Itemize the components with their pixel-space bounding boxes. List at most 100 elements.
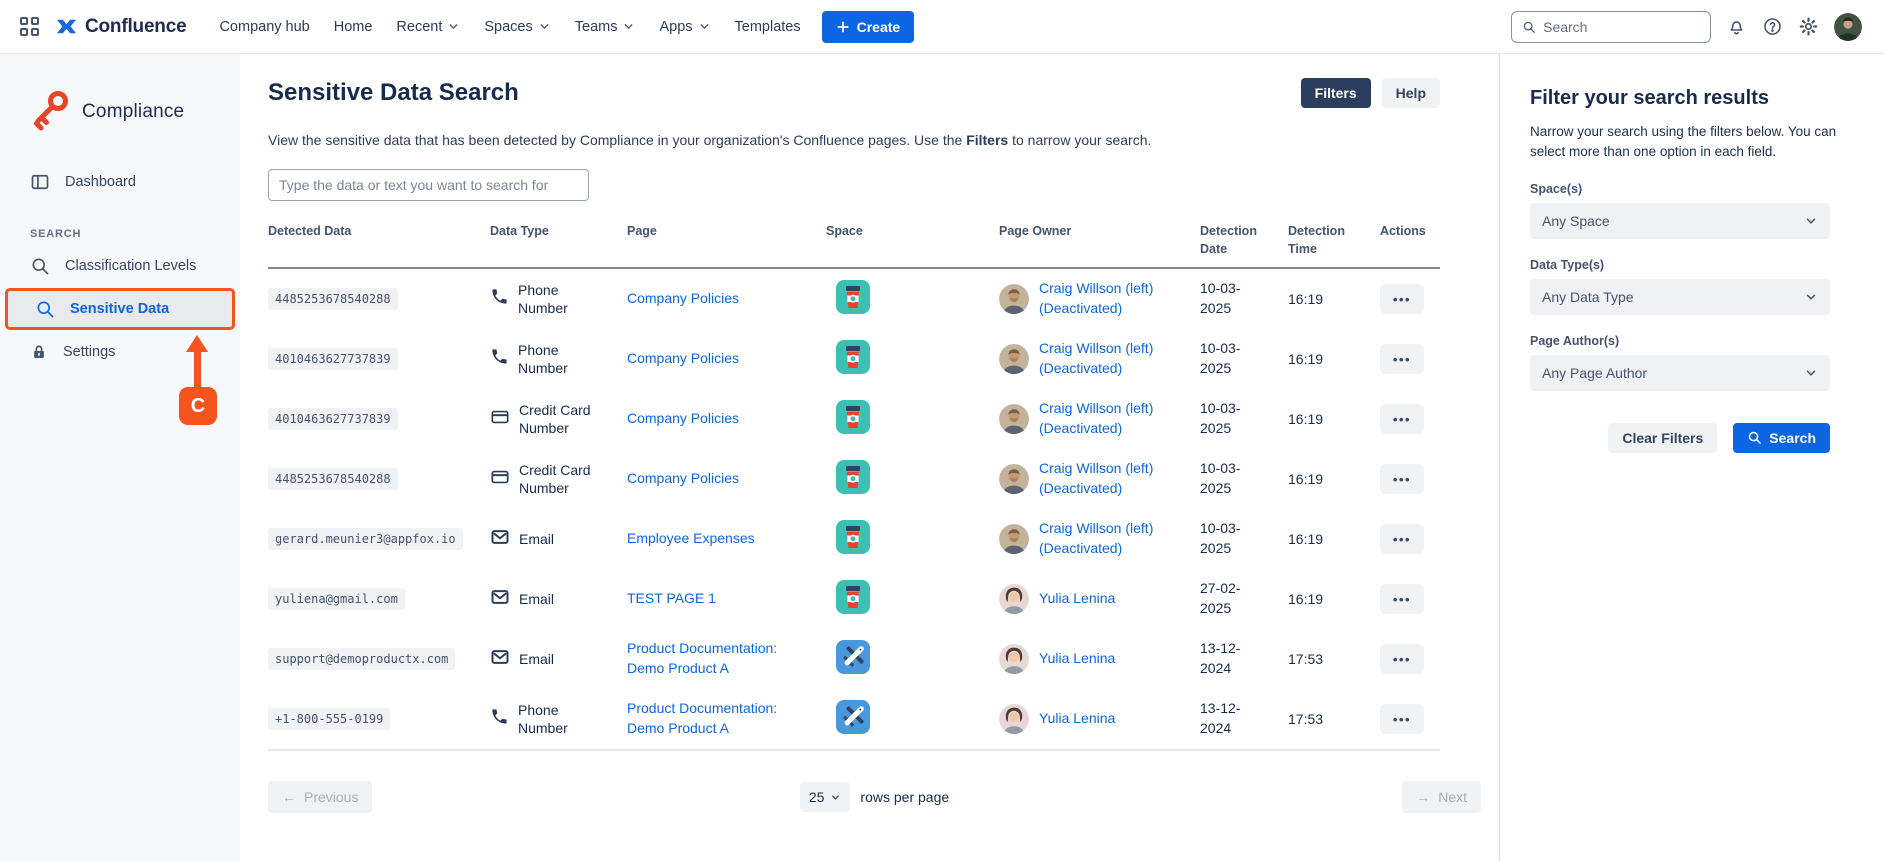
row-actions-button[interactable]: •••: [1380, 464, 1424, 494]
page-owner-link[interactable]: Yulia Lenina: [1039, 649, 1115, 669]
table-header-row: Detected Data Data Type Page Space Page …: [268, 223, 1440, 269]
detected-data-value: support@demoproductx.com: [268, 648, 455, 670]
space-avatar[interactable]: [836, 400, 870, 434]
help-button[interactable]: Help: [1382, 78, 1440, 108]
owner-avatar: [999, 464, 1029, 494]
column-header[interactable]: Page Owner: [999, 223, 1200, 258]
data-search-input[interactable]: [268, 169, 589, 201]
page-owner-link[interactable]: Craig Willson (left) (Deactivated): [1039, 399, 1191, 438]
column-header[interactable]: Detected Data: [268, 223, 490, 258]
key-icon: [28, 88, 72, 136]
user-avatar[interactable]: [1834, 13, 1862, 41]
page-link[interactable]: Product Documentation: Demo Product A: [627, 639, 799, 678]
pagination: ←Previous 25 rows per page →Next: [268, 781, 1481, 813]
rows-per-page-select[interactable]: 25: [800, 782, 851, 812]
row-actions-button[interactable]: •••: [1380, 404, 1424, 434]
page-owner-cell: Craig Willson (left) (Deactivated): [999, 519, 1200, 558]
column-header[interactable]: Actions: [1380, 223, 1440, 258]
filters-button[interactable]: Filters: [1301, 78, 1371, 108]
filter-field-label: Data Type(s): [1530, 258, 1830, 272]
column-header[interactable]: Data Type: [490, 223, 627, 258]
space-avatar[interactable]: [836, 580, 870, 614]
help-button-topnav[interactable]: [1762, 16, 1783, 37]
nav-item[interactable]: Company hub: [208, 12, 320, 42]
page-link[interactable]: Company Policies: [627, 349, 739, 369]
data-type-icon-wrap: [490, 287, 509, 311]
column-header[interactable]: Detection Time: [1288, 223, 1380, 258]
page-owner-link[interactable]: Yulia Lenina: [1039, 589, 1115, 609]
row-actions-button[interactable]: •••: [1380, 584, 1424, 614]
sidebar-item-sensitive-data[interactable]: Sensitive Data: [8, 291, 232, 327]
column-header[interactable]: Page: [627, 223, 826, 258]
filter-field-select[interactable]: Any Page Author: [1530, 355, 1830, 391]
detection-time-cell: 17:53: [1288, 651, 1380, 667]
table-row: support@demoproductx.com Email Product D…: [268, 629, 1440, 689]
description-bold: Filters: [966, 132, 1008, 148]
table-row: yuliena@gmail.com Email TEST PAGE 1: [268, 569, 1440, 629]
confluence-logo[interactable]: Confluence: [55, 15, 186, 38]
notifications-button[interactable]: [1726, 16, 1747, 37]
nav-item[interactable]: Apps: [648, 12, 721, 42]
row-actions-button[interactable]: •••: [1380, 704, 1424, 734]
space-avatar[interactable]: [836, 640, 870, 674]
nav-item[interactable]: Templates: [724, 12, 812, 42]
row-actions-button[interactable]: •••: [1380, 344, 1424, 374]
next-page-button[interactable]: →Next: [1402, 781, 1481, 813]
filter-field: Space(s) Any Space: [1530, 182, 1830, 239]
page-cell: Employee Expenses: [627, 529, 826, 549]
detected-data-cell: yuliena@gmail.com: [268, 588, 490, 610]
page-link[interactable]: Employee Expenses: [627, 529, 755, 549]
page-owner-link[interactable]: Yulia Lenina: [1039, 709, 1115, 729]
column-header[interactable]: Space: [826, 223, 999, 258]
nav-item[interactable]: Recent: [385, 12, 471, 42]
filter-field-select[interactable]: Any Data Type: [1530, 279, 1830, 315]
filter-panel-description: Narrow your search using the filters bel…: [1530, 122, 1848, 163]
filter-field-select[interactable]: Any Space: [1530, 203, 1830, 239]
nav-item-label: Spaces: [484, 19, 532, 35]
email-icon: [490, 587, 510, 607]
create-label: Create: [857, 19, 901, 35]
page-link[interactable]: Company Policies: [627, 469, 739, 489]
detection-date-cell: 10-03-2025: [1200, 339, 1288, 378]
filter-search-button[interactable]: Search: [1733, 423, 1830, 453]
page-link[interactable]: Company Policies: [627, 409, 739, 429]
app-switcher-icon[interactable]: [20, 17, 39, 36]
space-avatar[interactable]: [836, 700, 870, 734]
column-header[interactable]: Detection Date: [1200, 223, 1288, 258]
space-avatar[interactable]: [836, 460, 870, 494]
nav-item[interactable]: Home: [323, 12, 384, 42]
table-body: 4485253678540288 Phone Number Company Po…: [268, 269, 1440, 751]
page-owner-link[interactable]: Craig Willson (left) (Deactivated): [1039, 339, 1191, 378]
page-owner-cell: Craig Willson (left) (Deactivated): [999, 279, 1200, 318]
page-owner-link[interactable]: Craig Willson (left) (Deactivated): [1039, 519, 1191, 558]
space-avatar[interactable]: [836, 280, 870, 314]
space-avatar[interactable]: [836, 340, 870, 374]
settings-gear-button[interactable]: [1798, 16, 1819, 37]
global-search: [1511, 11, 1711, 43]
sidebar-item-classification-levels[interactable]: Classification Levels: [0, 248, 240, 284]
filter-field-value: Any Data Type: [1542, 289, 1634, 305]
filter-field: Page Author(s) Any Page Author: [1530, 334, 1830, 391]
previous-page-button[interactable]: ←Previous: [268, 781, 372, 813]
page-cell: Product Documentation: Demo Product A: [627, 639, 826, 678]
nav-item-label: Company hub: [219, 19, 309, 35]
nav-item[interactable]: Spaces: [473, 12, 561, 42]
page-link[interactable]: Company Policies: [627, 289, 739, 309]
space-avatar[interactable]: [836, 520, 870, 554]
previous-label: Previous: [304, 789, 358, 805]
row-actions-button[interactable]: •••: [1380, 644, 1424, 674]
page-owner-link[interactable]: Craig Willson (left) (Deactivated): [1039, 279, 1191, 318]
credit-card-icon: [490, 467, 510, 487]
global-search-input[interactable]: [1543, 19, 1700, 35]
page-link[interactable]: Product Documentation: Demo Product A: [627, 699, 799, 738]
row-actions-button[interactable]: •••: [1380, 524, 1424, 554]
row-actions-button[interactable]: •••: [1380, 284, 1424, 314]
sidebar-item-dashboard[interactable]: Dashboard: [0, 164, 240, 200]
page-owner-link[interactable]: Craig Willson (left) (Deactivated): [1039, 459, 1191, 498]
page-link[interactable]: TEST PAGE 1: [627, 589, 716, 609]
owner-avatar: [999, 584, 1029, 614]
craig-avatar-image: [999, 524, 1029, 554]
create-button[interactable]: Create: [822, 11, 915, 43]
nav-item[interactable]: Teams: [564, 12, 647, 42]
clear-filters-button[interactable]: Clear Filters: [1608, 423, 1717, 453]
